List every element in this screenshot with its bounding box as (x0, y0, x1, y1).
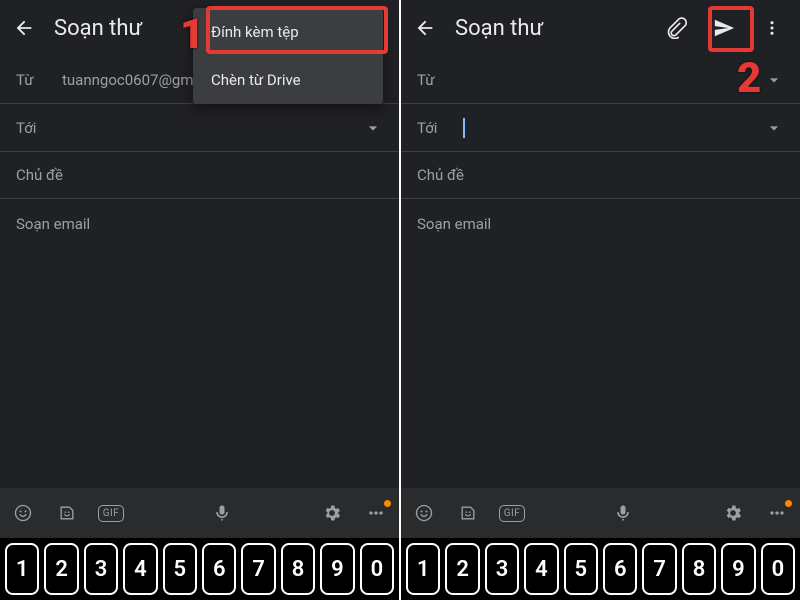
mic-icon (613, 503, 633, 523)
gif-icon: GIF (98, 505, 125, 522)
from-label: Từ (16, 71, 62, 89)
keyboard-more-button[interactable] (359, 496, 393, 530)
arrow-left-icon (13, 17, 35, 39)
from-row[interactable]: Từ (401, 56, 800, 104)
key-1[interactable]: 1 (5, 543, 39, 595)
app-bar: Soạn thư (401, 0, 800, 56)
sticker-icon (458, 503, 478, 523)
chevron-down-icon[interactable] (764, 118, 784, 138)
key-8[interactable]: 8 (281, 543, 315, 595)
dots-horizontal-icon (767, 503, 787, 523)
dots-horizontal-icon (366, 503, 386, 523)
menu-attach-file[interactable]: Đính kèm tệp (193, 8, 383, 56)
gif-icon: GIF (499, 505, 526, 522)
gear-icon (723, 503, 743, 523)
gear-icon (322, 503, 342, 523)
notification-dot-icon (785, 500, 792, 507)
emoji-icon (13, 503, 33, 523)
email-body-input[interactable]: Soạn email (0, 199, 399, 488)
key-5[interactable]: 5 (564, 543, 598, 595)
key-0[interactable]: 0 (761, 543, 795, 595)
sticker-icon (57, 503, 77, 523)
key-4[interactable]: 4 (123, 543, 157, 595)
page-title: Soạn thư (455, 16, 650, 41)
send-button[interactable] (702, 6, 746, 50)
key-4[interactable]: 4 (524, 543, 558, 595)
email-body-input[interactable]: Soạn email (401, 199, 800, 488)
from-label: Từ (417, 71, 463, 89)
key-6[interactable]: 6 (603, 543, 637, 595)
overflow-button[interactable] (750, 6, 794, 50)
emoji-button[interactable] (6, 496, 40, 530)
paperclip-icon (665, 17, 687, 39)
attach-button[interactable] (654, 6, 698, 50)
gif-button[interactable]: GIF (495, 496, 529, 530)
key-1[interactable]: 1 (406, 543, 440, 595)
menu-insert-drive[interactable]: Chèn từ Drive (193, 56, 383, 104)
key-7[interactable]: 7 (241, 543, 275, 595)
to-label: Tới (417, 119, 463, 137)
attach-menu: Đính kèm tệp Chèn từ Drive (193, 8, 383, 104)
keyboard-number-row-right: 1234567890 (401, 538, 800, 600)
text-cursor-icon (463, 118, 465, 138)
emoji-button[interactable] (407, 496, 441, 530)
keyboard-toolbar: GIF (0, 488, 399, 538)
mic-button[interactable] (205, 496, 239, 530)
back-button[interactable] (2, 6, 46, 50)
subject-input[interactable]: Chủ đề (401, 152, 800, 199)
phone-left: Soạn thư Từ tuanngoc0607@gmail.cc Tới Ch… (0, 0, 399, 600)
to-row[interactable]: Tới (0, 104, 399, 152)
key-3[interactable]: 3 (84, 543, 118, 595)
key-9[interactable]: 9 (320, 543, 354, 595)
sticker-button[interactable] (50, 496, 84, 530)
key-0[interactable]: 0 (360, 543, 394, 595)
sticker-button[interactable] (451, 496, 485, 530)
send-icon (713, 17, 735, 39)
key-8[interactable]: 8 (682, 543, 716, 595)
key-2[interactable]: 2 (44, 543, 78, 595)
gif-button[interactable]: GIF (94, 496, 128, 530)
chevron-down-icon[interactable] (764, 70, 784, 90)
emoji-icon (414, 503, 434, 523)
chevron-down-icon[interactable] (363, 118, 383, 138)
back-button[interactable] (403, 6, 447, 50)
mic-icon (212, 503, 232, 523)
key-6[interactable]: 6 (202, 543, 236, 595)
settings-button[interactable] (716, 496, 750, 530)
phone-right: Soạn thư Từ Tới Chủ đề Soạn email (401, 0, 800, 600)
subject-input[interactable]: Chủ đề (0, 152, 399, 199)
notification-dot-icon (384, 500, 391, 507)
side-by-side-container: Soạn thư Từ tuanngoc0607@gmail.cc Tới Ch… (0, 0, 800, 600)
mic-button[interactable] (606, 496, 640, 530)
to-row[interactable]: Tới (401, 104, 800, 152)
key-9[interactable]: 9 (721, 543, 755, 595)
key-3[interactable]: 3 (485, 543, 519, 595)
dots-vertical-icon (763, 19, 781, 37)
keyboard-toolbar: GIF (401, 488, 800, 538)
key-5[interactable]: 5 (163, 543, 197, 595)
to-value[interactable] (463, 117, 764, 137)
settings-button[interactable] (315, 496, 349, 530)
key-7[interactable]: 7 (642, 543, 676, 595)
key-2[interactable]: 2 (445, 543, 479, 595)
arrow-left-icon (414, 17, 436, 39)
keyboard-more-button[interactable] (760, 496, 794, 530)
to-label: Tới (16, 119, 62, 137)
keyboard-number-row-left: 1234567890 (0, 538, 399, 600)
